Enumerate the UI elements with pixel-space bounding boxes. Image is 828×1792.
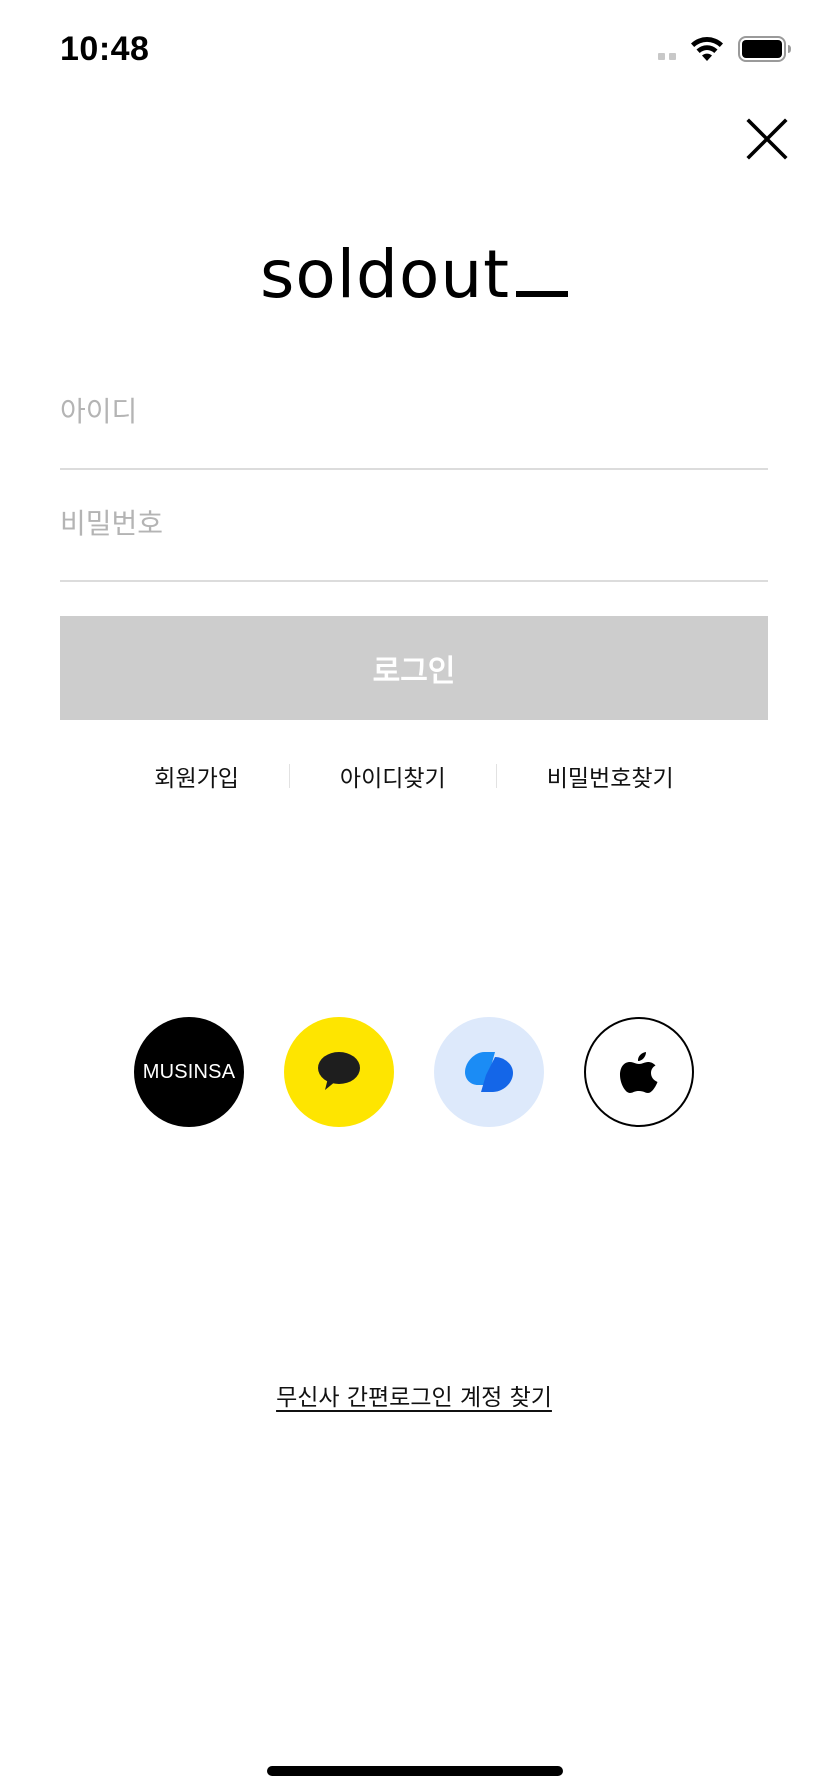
password-field: [60, 468, 768, 582]
account-links: 회원가입 아이디찾기 비밀번호찾기: [60, 756, 768, 796]
close-icon: [746, 118, 788, 160]
close-button[interactable]: [742, 114, 792, 164]
apple-login-button[interactable]: [584, 1017, 694, 1127]
password-input[interactable]: [60, 498, 768, 548]
link-divider: [288, 764, 290, 788]
login-button-label: 로그인: [372, 654, 456, 689]
apple-icon: [620, 1052, 658, 1093]
id-field: [60, 356, 768, 470]
toss-login-button[interactable]: [434, 1017, 544, 1127]
musinsa-login-button[interactable]: MUSINSA: [134, 1017, 244, 1127]
kakao-login-button[interactable]: [284, 1017, 394, 1127]
id-input[interactable]: [60, 386, 768, 436]
find-id-link[interactable]: 아이디찾기: [340, 759, 446, 793]
home-indicator: [267, 1766, 563, 1776]
toss-icon: [465, 1052, 513, 1092]
logo-text: soldout: [259, 236, 511, 313]
logo-underscore: [516, 291, 569, 297]
login-button[interactable]: 로그인: [60, 616, 768, 720]
link-divider: [495, 764, 497, 788]
battery-icon: [738, 36, 791, 62]
social-login-row: MUSINSA: [0, 1017, 828, 1127]
signal-icon: [658, 38, 676, 60]
find-easy-login-account-link[interactable]: 무신사 간편로그인 계정 찾기: [276, 1385, 552, 1411]
signup-link[interactable]: 회원가입: [154, 759, 239, 793]
status-bar: 10:48: [0, 0, 828, 100]
musinsa-logo-text: MUSINSA: [142, 1060, 236, 1083]
find-easy-login-account: 무신사 간편로그인 계정 찾기: [0, 1378, 828, 1412]
kakao-icon: [318, 1052, 360, 1090]
status-time: 10:48: [60, 30, 150, 68]
find-password-link[interactable]: 비밀번호찾기: [547, 759, 674, 793]
wifi-icon: [691, 37, 723, 61]
status-icons: [658, 36, 792, 62]
soldout-logo: soldout: [0, 236, 828, 313]
